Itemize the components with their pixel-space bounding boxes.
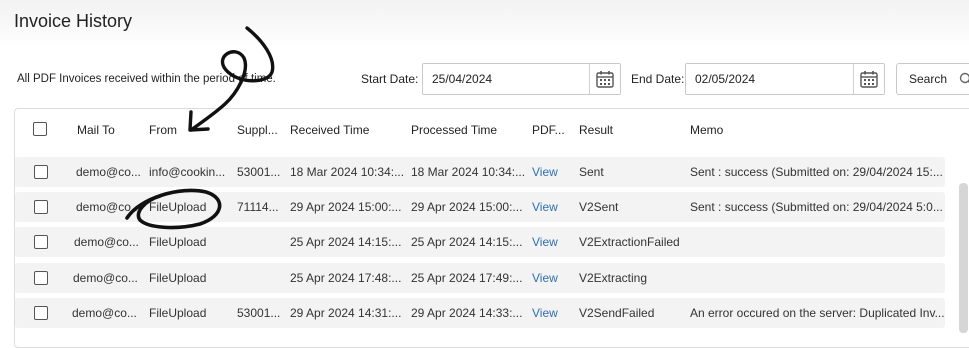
cell-mail-to: demo@co... bbox=[76, 165, 142, 179]
column-header-received-time[interactable]: Received Time bbox=[290, 123, 369, 137]
row-checkbox[interactable] bbox=[34, 200, 48, 214]
column-header-mail-to[interactable]: Mail To bbox=[77, 123, 115, 137]
table-row[interactable]: demo@co... FileUpload 53001... 29 Apr 20… bbox=[15, 298, 945, 328]
row-checkbox[interactable] bbox=[34, 235, 48, 249]
cell-processed-time: 29 Apr 2024 14:33:... bbox=[411, 306, 526, 320]
end-date-value: 02/05/2024 bbox=[695, 72, 755, 86]
cell-from: FileUpload bbox=[149, 306, 227, 320]
cell-received-time: 25 Apr 2024 14:15:... bbox=[290, 235, 405, 249]
cell-from: FileUpload bbox=[149, 200, 227, 214]
cell-supplier: 53001... bbox=[237, 165, 285, 179]
column-header-memo[interactable]: Memo bbox=[690, 123, 723, 137]
view-pdf-link[interactable]: View bbox=[532, 165, 558, 179]
cell-processed-time: 25 Apr 2024 17:49:... bbox=[411, 271, 526, 285]
cell-received-time: 18 Mar 2024 10:34:... bbox=[290, 165, 405, 179]
cell-processed-time: 18 Mar 2024 10:34:... bbox=[411, 165, 526, 179]
cell-processed-time: 25 Apr 2024 14:15:... bbox=[411, 235, 526, 249]
cell-memo: Sent : success (Submitted on: 29/04/2024… bbox=[690, 200, 945, 214]
search-icon bbox=[959, 72, 969, 86]
view-pdf-link[interactable]: View bbox=[532, 200, 558, 214]
cell-result: V2ExtractionFailed bbox=[579, 235, 699, 249]
end-calendar-icon[interactable] bbox=[853, 64, 884, 94]
start-date-value: 25/04/2024 bbox=[432, 72, 492, 86]
select-all-checkbox[interactable] bbox=[33, 122, 47, 136]
cell-supplier: 71114... bbox=[237, 200, 285, 214]
table-row[interactable]: demo@co... FileUpload 25 Apr 2024 17:48:… bbox=[15, 263, 945, 293]
start-date-field[interactable]: 25/04/2024 bbox=[422, 63, 621, 95]
search-button-label: Search bbox=[909, 72, 947, 86]
column-header-result[interactable]: Result bbox=[579, 123, 613, 137]
page-header: Invoice History bbox=[0, 0, 969, 48]
cell-mail-to: demo@co... bbox=[73, 271, 139, 285]
view-pdf-link[interactable]: View bbox=[532, 271, 558, 285]
end-date-label: End Date: bbox=[631, 72, 684, 86]
cell-supplier: 53001... bbox=[237, 306, 285, 320]
table-row[interactable]: demo@co... FileUpload 71114... 29 Apr 20… bbox=[15, 192, 945, 222]
table-row[interactable]: demo@co... FileUpload 25 Apr 2024 14:15:… bbox=[15, 227, 945, 257]
end-date-field[interactable]: 02/05/2024 bbox=[685, 63, 885, 95]
cell-from: FileUpload bbox=[149, 235, 227, 249]
view-pdf-link[interactable]: View bbox=[532, 235, 558, 249]
cell-memo: Sent : success (Submitted on: 29/04/2024… bbox=[690, 165, 945, 179]
column-header-supplier[interactable]: Suppl... bbox=[237, 123, 278, 137]
cell-memo: An error occured on the server: Duplicat… bbox=[690, 306, 945, 320]
cell-result: V2Extracting bbox=[579, 271, 685, 285]
filter-description: All PDF Invoices received within the per… bbox=[17, 73, 276, 85]
table-scrollbar[interactable] bbox=[959, 183, 968, 333]
column-header-processed-time[interactable]: Processed Time bbox=[411, 123, 497, 137]
cell-result: V2SendFailed bbox=[579, 306, 685, 320]
cell-mail-to: demo@co... bbox=[74, 235, 140, 249]
cell-from: FileUpload bbox=[149, 271, 227, 285]
cell-received-time: 29 Apr 2024 14:31:... bbox=[290, 306, 405, 320]
start-calendar-icon[interactable] bbox=[589, 64, 620, 94]
cell-mail-to: demo@co... bbox=[72, 306, 138, 320]
column-header-pdf[interactable]: PDF... bbox=[532, 123, 565, 137]
cell-from: info@cookin... bbox=[149, 165, 227, 179]
cell-received-time: 25 Apr 2024 17:48:... bbox=[290, 271, 405, 285]
cell-result: V2Sent bbox=[579, 200, 685, 214]
cell-received-time: 29 Apr 2024 15:00:... bbox=[290, 200, 405, 214]
search-button[interactable]: Search bbox=[896, 63, 969, 95]
column-header-from[interactable]: From bbox=[149, 123, 177, 137]
start-date-label: Start Date: bbox=[361, 72, 418, 86]
cell-mail-to: demo@co... bbox=[76, 200, 142, 214]
cell-processed-time: 29 Apr 2024 15:00:... bbox=[411, 200, 526, 214]
row-checkbox[interactable] bbox=[34, 165, 48, 179]
table-row[interactable]: demo@co... info@cookin... 53001... 18 Ma… bbox=[15, 157, 945, 187]
cell-result: Sent bbox=[579, 165, 685, 179]
page-title: Invoice History bbox=[14, 11, 132, 32]
table-header: Mail To From Suppl... Received Time Proc… bbox=[15, 109, 969, 153]
row-checkbox[interactable] bbox=[34, 271, 48, 285]
row-checkbox[interactable] bbox=[34, 306, 48, 320]
view-pdf-link[interactable]: View bbox=[532, 306, 558, 320]
